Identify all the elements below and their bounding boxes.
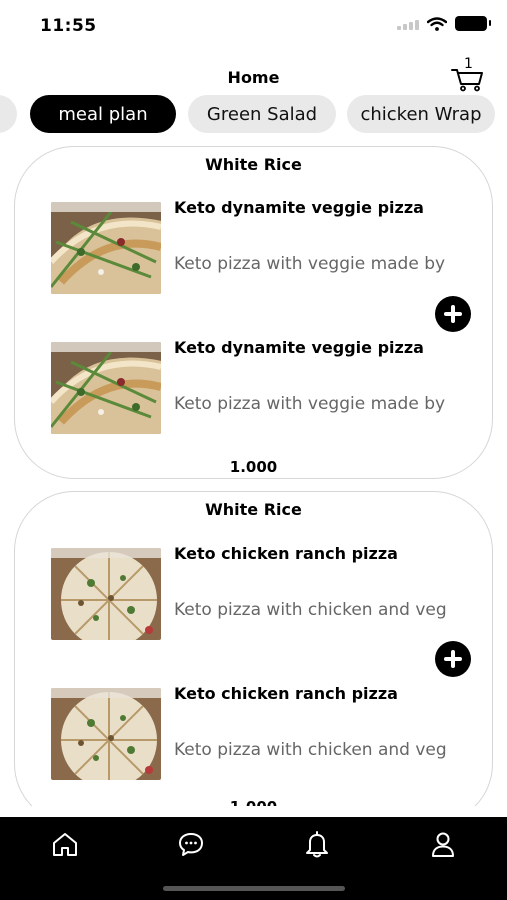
battery-icon: [455, 16, 491, 31]
home-icon: [53, 833, 77, 856]
add-to-cart-button[interactable]: [435, 296, 471, 332]
chip-label: chicken Wrap: [360, 103, 482, 125]
meal-item-name: Keto dynamite veggie pizza: [174, 338, 424, 357]
meal-item[interactable]: Keto dynamite veggie pizza Keto pizza wi…: [15, 198, 492, 302]
meal-item-description: Keto pizza with veggie made by: [174, 394, 446, 414]
chip-green-salad[interactable]: Green Salad: [188, 95, 336, 133]
chip-meal-plan[interactable]: meal plan: [30, 95, 176, 133]
chat-icon: [179, 833, 203, 856]
meal-card: White Rice Keto dynamite veggie pizza Ke…: [14, 146, 493, 479]
chip-chicken-wrap[interactable]: chicken Wrap: [347, 95, 495, 133]
header: Home 1: [0, 56, 507, 98]
status-bar: 11:55: [0, 0, 507, 50]
meal-card-title: White Rice: [205, 155, 302, 174]
tab-chat[interactable]: [176, 829, 206, 859]
add-to-cart-button[interactable]: [435, 641, 471, 677]
meal-item-name: Keto chicken ranch pizza: [174, 684, 398, 703]
meal-card: White Rice Keto chicken ranch pizza Keto…: [14, 491, 493, 806]
pizza-thumbnail: [51, 548, 161, 640]
meal-item-description: Keto pizza with chicken and veg: [174, 600, 447, 620]
meal-card-price: 1.000: [229, 458, 278, 476]
tab-profile[interactable]: [428, 829, 458, 859]
profile-icon: [432, 832, 454, 857]
tab-notifications[interactable]: [302, 829, 332, 859]
meal-card-price: 1.000: [15, 798, 492, 806]
pizza-thumbnail: [51, 342, 161, 434]
status-icons: [397, 16, 491, 31]
meal-item-description: Keto pizza with veggie made by: [174, 254, 446, 274]
chip-label: meal plan: [58, 103, 148, 125]
signal-icon: [397, 18, 419, 30]
cart-icon: [451, 69, 483, 92]
home-indicator: [163, 886, 345, 891]
meal-item[interactable]: Keto chicken ranch pizza Keto pizza with…: [15, 684, 492, 788]
meal-item-name: Keto chicken ranch pizza: [174, 544, 398, 563]
meal-item[interactable]: Keto chicken ranch pizza Keto pizza with…: [15, 544, 492, 648]
pizza-thumbnail: [51, 688, 161, 780]
status-time: 11:55: [40, 16, 97, 36]
meal-item[interactable]: Keto dynamite veggie pizza Keto pizza wi…: [15, 338, 492, 442]
wifi-icon: [427, 16, 447, 31]
category-chips: meal plan Green Salad chicken Wrap: [0, 95, 507, 135]
bell-icon: [306, 831, 328, 858]
meal-item-description: Keto pizza with chicken and veg: [174, 740, 447, 760]
meal-list[interactable]: White Rice Keto dynamite veggie pizza Ke…: [0, 140, 507, 806]
page-title: Home: [227, 68, 280, 87]
chip-previous[interactable]: [0, 95, 17, 133]
meal-card-title: White Rice: [205, 500, 302, 519]
cart-button[interactable]: 1: [450, 56, 486, 92]
tab-home[interactable]: [50, 829, 80, 859]
chip-label: Green Salad: [206, 103, 318, 125]
meal-item-name: Keto dynamite veggie pizza: [174, 198, 424, 217]
pizza-thumbnail: [51, 202, 161, 294]
